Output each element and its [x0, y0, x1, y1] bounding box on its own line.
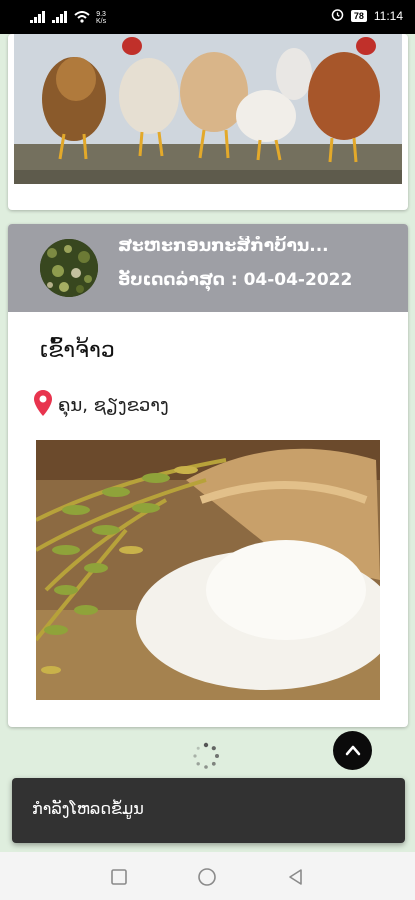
avatar[interactable] — [40, 239, 98, 297]
net-speed: 9.3 K/s — [96, 11, 106, 25]
battery-icon: 78 — [350, 10, 367, 22]
signal-icon — [52, 8, 68, 27]
listing-card[interactable]: ສະຫະກອນກະສິກຳບ້ານ... ອັບເດດລ່າສຸດ : 04-0… — [8, 224, 408, 727]
wifi-icon — [74, 8, 90, 27]
status-bar: 9.3 K/s 78 11:14 — [0, 0, 415, 34]
cooperative-name: ສະຫະກອນກະສິກຳບ້ານ... — [118, 236, 329, 256]
nav-home-icon[interactable] — [196, 866, 218, 888]
location-text: ຄຸນ, ຊຽງຂວາງ — [58, 395, 169, 416]
listing-card[interactable] — [8, 34, 408, 210]
location-pin-icon — [34, 390, 52, 421]
net-speed-unit: K/s — [96, 17, 107, 25]
rice-image — [36, 440, 380, 700]
navigation-bar — [0, 852, 415, 900]
scroll-to-top-button[interactable] — [333, 731, 372, 770]
alarm-icon — [331, 8, 344, 24]
net-speed-value: 9.3 — [96, 10, 106, 18]
card-header: ສະຫະກອນກະສິກຳບ້ານ... ອັບເດດລ່າສຸດ : 04-0… — [8, 224, 408, 312]
status-right: 78 11:14 — [331, 8, 403, 24]
loading-spinner-icon — [193, 742, 219, 769]
clock: 11:14 — [373, 9, 403, 23]
last-updated: ອັບເດດລ່າສຸດ : 04-04-2022 — [118, 270, 353, 290]
nav-recents-icon[interactable] — [108, 866, 130, 888]
snackbar-message: ກຳລັງໂຫລດຂໍ້ມູນ — [32, 799, 144, 818]
status-left: 9.3 K/s — [30, 8, 106, 27]
arrow-up-icon — [345, 741, 361, 760]
signal-icon — [30, 8, 46, 27]
location: ຄຸນ, ຊຽງຂວາງ — [34, 390, 169, 421]
product-title: ເຂົ້າຈ້າວ — [40, 338, 115, 363]
chicken-image — [14, 34, 402, 184]
nav-back-icon[interactable] — [285, 866, 307, 888]
snackbar: ກຳລັງໂຫລດຂໍ້ມູນ — [12, 778, 405, 843]
